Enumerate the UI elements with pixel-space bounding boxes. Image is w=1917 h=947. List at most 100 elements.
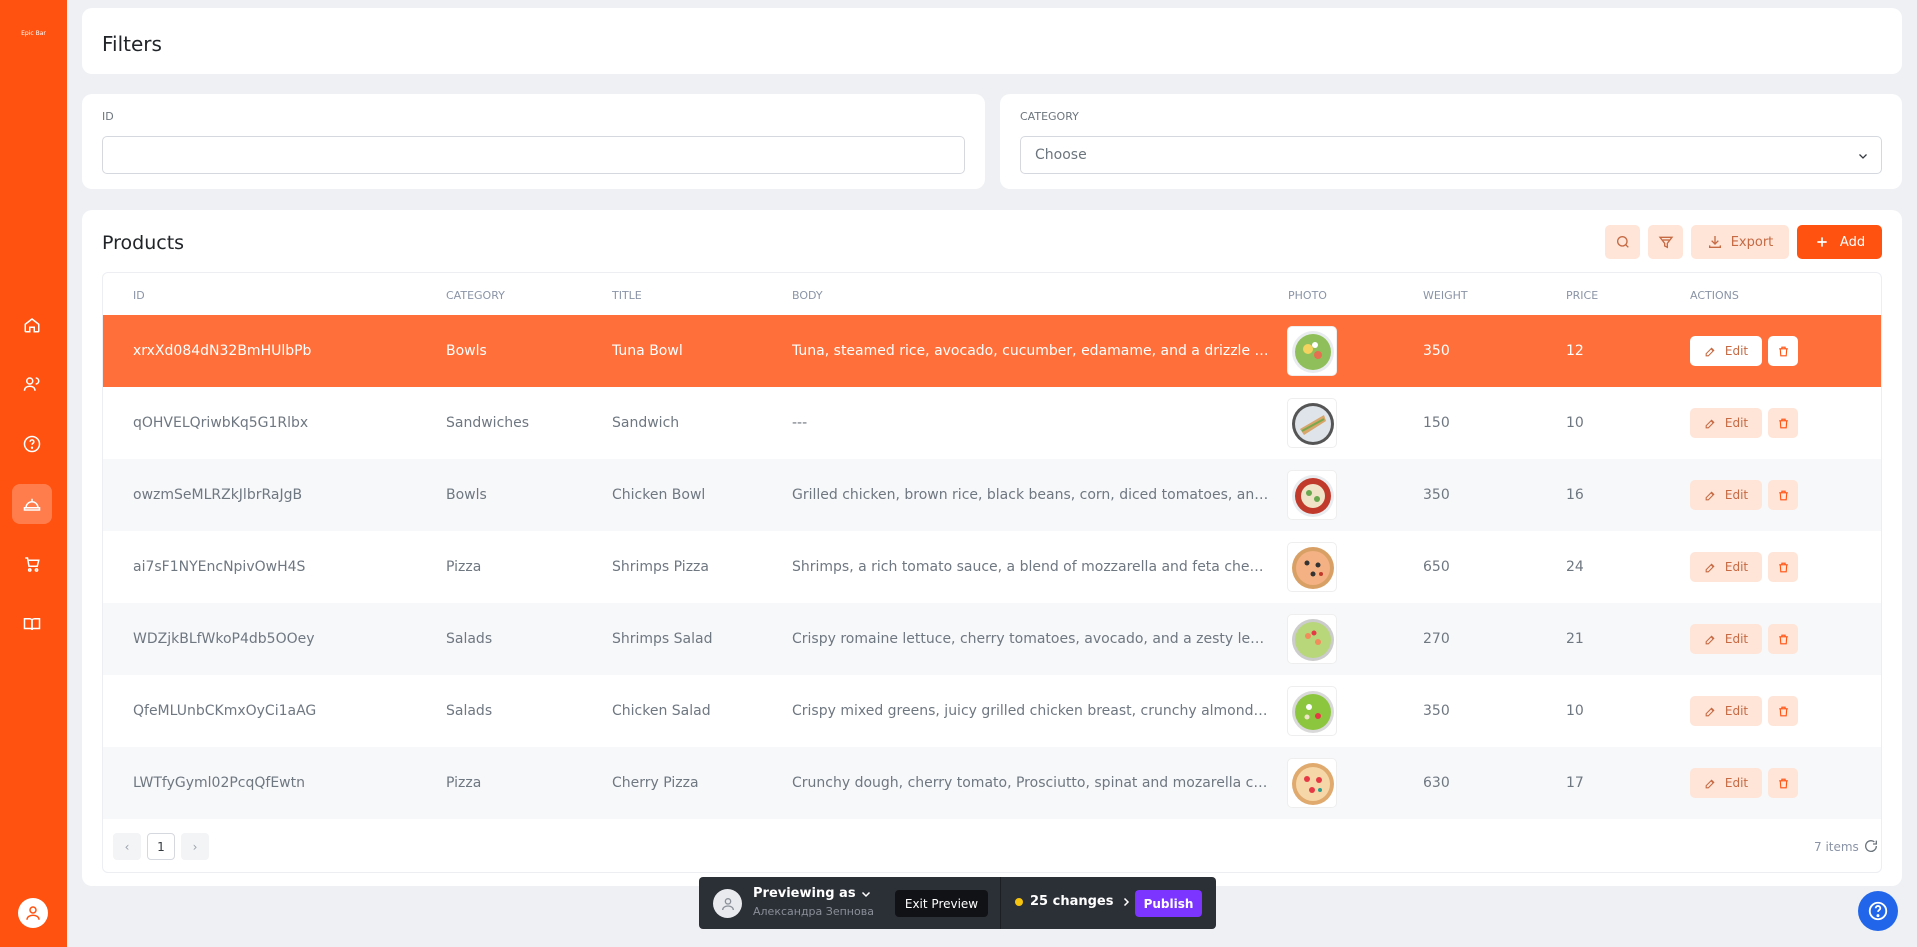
edit-icon [1705,562,1715,572]
delete-button[interactable] [1768,768,1798,798]
help-circle-icon [1868,901,1888,921]
column-header-body[interactable]: BODY [792,289,823,302]
row-photo[interactable] [1287,326,1337,376]
row-category: Salads [446,703,493,719]
row-photo[interactable] [1287,542,1337,592]
table-row[interactable]: ai7sF1NYEncNpivOwH4S Pizza Shrimps Pizza Sh… [103,531,1881,603]
page-1-button[interactable]: 1 [147,833,175,860]
cart-nav-button[interactable] [12,544,52,584]
refresh-icon[interactable] [1863,838,1879,854]
row-title: Chicken Bowl [612,487,706,503]
row-title: Chicken Salad [612,703,711,719]
edit-button[interactable]: Edit [1690,336,1762,366]
edit-button[interactable]: Edit [1690,696,1762,726]
row-photo[interactable] [1287,614,1337,664]
category-select[interactable]: Choose [1020,136,1882,174]
sandwich-photo-image [1292,403,1334,445]
edit-button[interactable]: Edit [1690,624,1762,654]
id-filter-input[interactable] [102,136,965,174]
help-nav-button[interactable] [12,424,52,464]
users-icon [23,377,40,391]
row-category: Bowls [446,487,487,503]
user-avatar[interactable] [18,898,48,928]
row-body: Crispy mixed greens, juicy grilled chick… [792,703,1269,719]
row-body: Grilled chicken, brown rice, black beans… [792,487,1269,503]
row-price: 21 [1566,631,1584,647]
products-card: Products Export Add ID CATEGORY TITLE BO… [82,210,1902,886]
users-nav-button[interactable] [12,364,52,404]
add-button[interactable]: Add [1797,225,1882,259]
exit-preview-button[interactable]: Exit Preview [895,890,988,917]
products-title: Products [102,232,185,254]
help-button[interactable] [1858,891,1898,931]
column-header-weight[interactable]: WEIGHT [1423,289,1468,302]
row-photo[interactable] [1287,686,1337,736]
row-price: 24 [1566,559,1584,575]
previewing-as-dropdown[interactable]: Previewing as [753,886,872,901]
edit-icon [1705,346,1715,356]
category-filter-card: CATEGORY Choose [1000,94,1902,189]
table-row[interactable]: qOHVELQriwbKq5G1Rlbx Sandwiches Sandwich --… [103,387,1881,459]
publish-button[interactable]: Publish [1135,890,1202,917]
column-header-price[interactable]: PRICE [1566,289,1598,302]
delete-button[interactable] [1768,336,1798,366]
changes-status-dot [1015,897,1023,906]
edit-icon [1705,490,1715,500]
food-tray-icon [23,498,41,511]
preview-divider [1000,877,1001,929]
row-weight: 150 [1423,415,1450,431]
table-row[interactable]: QfeMLUnbCKmxOyCi1aAG Salads Chicken Salad C… [103,675,1881,747]
row-weight: 650 [1423,559,1450,575]
chicken-salad-photo-image [1292,691,1334,733]
edit-button[interactable]: Edit [1690,768,1762,798]
book-nav-button[interactable] [12,604,52,644]
delete-button[interactable] [1768,480,1798,510]
row-price: 12 [1566,343,1584,359]
row-weight: 350 [1423,343,1450,359]
table-row[interactable]: WDZjkBLfWkoP4db5OOey Salads Shrimps Salad C… [103,603,1881,675]
filter-button[interactable] [1648,225,1683,259]
row-id: QfeMLUnbCKmxOyCi1aAG [133,703,317,719]
column-header-id[interactable]: ID [133,289,145,302]
edit-label: Edit [1724,632,1749,646]
app-logo[interactable]: Epic Bar [0,30,67,37]
delete-button[interactable] [1768,552,1798,582]
changes-button[interactable]: 25 changes [1015,894,1132,909]
next-page-button[interactable]: › [181,833,209,860]
row-photo[interactable] [1287,758,1337,808]
changes-label: 25 changes [1030,894,1114,909]
export-button[interactable]: Export [1691,225,1789,259]
table-row[interactable]: LWTfyGyml02PcqQfEwtn Pizza Cherry Pizza Cru… [103,747,1881,819]
row-category: Sandwiches [446,415,530,431]
delete-button[interactable] [1768,624,1798,654]
row-photo[interactable] [1287,470,1337,520]
delete-button[interactable] [1768,696,1798,726]
delete-button[interactable] [1768,408,1798,438]
search-button[interactable] [1605,225,1640,259]
table-row[interactable]: xrxXd084dN32BmHUlbPb Bowls Tuna Bowl Tuna, … [103,315,1881,387]
row-title: Sandwich [612,415,680,431]
home-nav-button[interactable] [12,305,52,345]
row-weight: 630 [1423,775,1450,791]
row-id: WDZjkBLfWkoP4db5OOey [133,631,315,647]
column-header-photo[interactable]: PHOTO [1288,289,1327,302]
plus-icon [1817,237,1827,247]
user-icon [26,906,40,920]
shrimps-salad-photo-image [1292,619,1334,661]
prev-page-button[interactable]: ‹ [113,833,141,860]
row-id: qOHVELQriwbKq5G1Rlbx [133,415,309,431]
edit-button[interactable]: Edit [1690,552,1762,582]
column-header-title[interactable]: TITLE [612,289,642,302]
products-nav-button[interactable] [12,484,52,524]
row-price: 10 [1566,703,1584,719]
edit-button[interactable]: Edit [1690,408,1762,438]
column-header-category[interactable]: CATEGORY [446,289,505,302]
edit-button[interactable]: Edit [1690,480,1762,510]
products-table: ID CATEGORY TITLE BODY PHOTO WEIGHT PRIC… [102,272,1882,873]
row-photo[interactable] [1287,398,1337,448]
row-category: Salads [446,631,493,647]
trash-icon [1778,562,1788,572]
row-title: Tuna Bowl [612,343,683,359]
help-circle-icon [23,435,41,453]
table-row[interactable]: owzmSeMLRZkJlbrRaJgB Bowls Chicken Bowl Gri… [103,459,1881,531]
